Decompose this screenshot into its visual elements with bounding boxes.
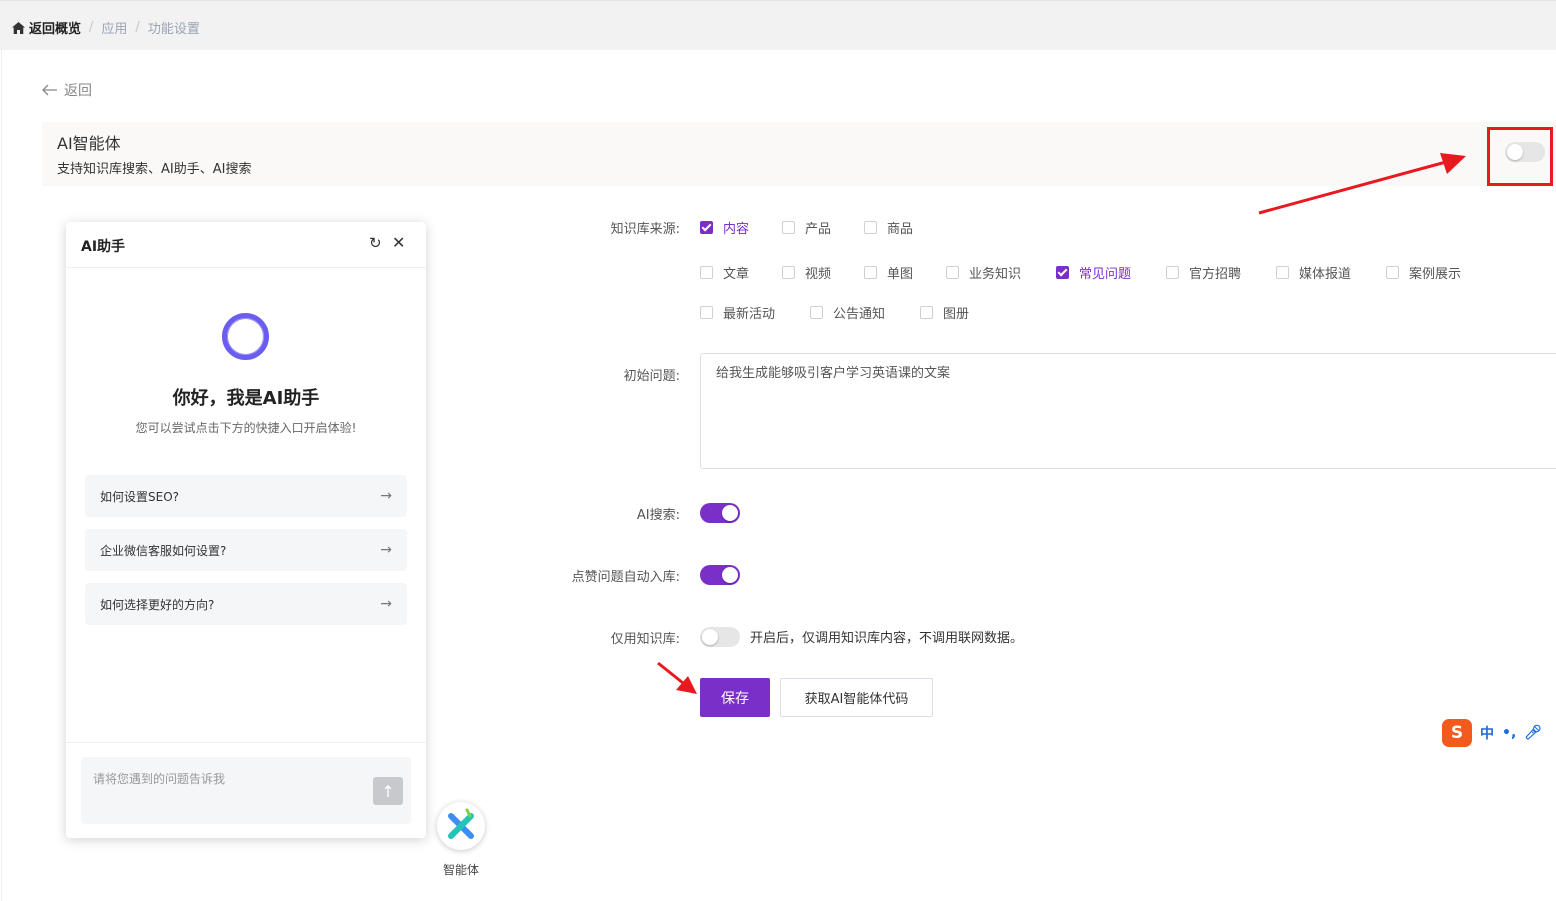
checkbox-label: 文章 <box>723 267 750 282</box>
knowledge-source-label: 知识库来源: <box>610 222 680 237</box>
ai-search-toggle[interactable] <box>700 503 740 523</box>
checkbox-box <box>700 221 713 234</box>
microphone-icon[interactable]: 🎤︎ <box>1524 725 1542 741</box>
checkbox-faq[interactable]: 常见问题 <box>1056 263 1131 282</box>
agent-fab-button[interactable] <box>437 802 485 850</box>
checkbox-video[interactable]: 视频 <box>782 263 831 282</box>
checkbox-label: 图册 <box>943 307 970 322</box>
checkbox-label: 单图 <box>887 267 914 282</box>
quick-question-label: 如何设置SEO? <box>100 489 180 504</box>
assistant-footer: 请将您遇到的问题告诉我 ↑ <box>66 742 426 838</box>
agent-fab-label: 智能体 <box>442 863 479 877</box>
checkbox-label: 业务知识 <box>969 267 1022 282</box>
checkbox-content[interactable]: 内容 <box>700 218 749 237</box>
ai-search-label: AI搜索: <box>636 508 680 523</box>
checkbox-business-knowledge[interactable]: 业务知识 <box>946 263 1021 282</box>
like-auto-store-toggle[interactable] <box>700 565 740 585</box>
send-button[interactable]: ↑ <box>373 777 403 805</box>
checkbox-box <box>920 306 933 319</box>
like-auto-store-label: 点赞问题自动入库: <box>571 570 680 585</box>
checkbox-box <box>1166 266 1179 279</box>
checkbox-label: 案例展示 <box>1409 267 1462 282</box>
checkbox-label: 最新活动 <box>723 307 776 322</box>
checkbox-box <box>782 221 795 234</box>
quick-question-item[interactable]: 企业微信客服如何设置? → <box>85 529 407 571</box>
checkbox-album[interactable]: 图册 <box>920 303 969 322</box>
checkbox-goods[interactable]: 商品 <box>864 218 913 237</box>
checkbox-label: 内容 <box>723 222 750 237</box>
quick-question-label: 企业微信客服如何设置? <box>100 543 227 558</box>
sogou-logo-icon: S <box>1442 719 1472 747</box>
checkbox-single-image[interactable]: 单图 <box>864 263 913 282</box>
assistant-greeting: 你好，我是AI助手 <box>172 388 320 409</box>
quick-question-item[interactable]: 如何设置SEO? → <box>85 475 407 517</box>
checkbox-label: 常见问题 <box>1079 267 1132 282</box>
agent-logo-icon <box>448 808 474 839</box>
checkbox-recruitment[interactable]: 官方招聘 <box>1166 263 1241 282</box>
assistant-header: AI助手 ↻ ✕ <box>66 222 426 268</box>
arrow-right-icon: → <box>380 488 392 504</box>
save-button[interactable]: 保存 <box>700 678 770 717</box>
checkbox-label: 产品 <box>805 222 832 237</box>
assistant-subtitle: 您可以尝试点击下方的快捷入口开启体验! <box>135 421 357 435</box>
checkbox-box <box>1056 266 1069 279</box>
quick-question-item[interactable]: 如何选择更好的方向? → <box>85 583 407 625</box>
assistant-logo-ring <box>222 313 269 360</box>
arrow-up-icon: ↑ <box>381 781 395 801</box>
checkbox-label: 视频 <box>805 267 832 282</box>
ai-assistant-panel: AI助手 ↻ ✕ 你好，我是AI助手 您可以尝试点击下方的快捷入口开启体验! 如… <box>66 222 426 838</box>
checkbox-box <box>946 266 959 279</box>
close-icon[interactable]: ✕ <box>392 233 405 252</box>
checkbox-box <box>1386 266 1399 279</box>
checkbox-box <box>782 266 795 279</box>
assistant-title: AI助手 <box>81 239 126 255</box>
toggle-knob <box>722 505 738 521</box>
ime-toolbar[interactable]: S 中 •, 🎤︎ <box>1442 718 1556 748</box>
checkbox-notices[interactable]: 公告通知 <box>810 303 885 322</box>
knowledge-only-label: 仅用知识库: <box>610 632 680 647</box>
initial-question-label: 初始问题: <box>623 369 680 384</box>
get-agent-code-button[interactable]: 获取AI智能体代码 <box>780 678 933 717</box>
checkbox-media[interactable]: 媒体报道 <box>1276 263 1351 282</box>
arrow-right-icon: → <box>380 542 392 558</box>
annotation-arrowhead-top <box>1440 153 1466 174</box>
checkbox-cases[interactable]: 案例展示 <box>1386 263 1461 282</box>
checkbox-events[interactable]: 最新活动 <box>700 303 775 322</box>
annotation-arrow-top <box>1258 160 1447 215</box>
assistant-input[interactable]: 请将您遇到的问题告诉我 ↑ <box>81 757 411 824</box>
ime-mode[interactable]: 中 <box>1480 723 1494 743</box>
assistant-input-placeholder: 请将您遇到的问题告诉我 <box>93 772 226 786</box>
checkbox-product[interactable]: 产品 <box>782 218 831 237</box>
initial-question-textarea[interactable]: 给我生成能够吸引客户学习英语课的文案 <box>700 353 1556 469</box>
refresh-icon[interactable]: ↻ <box>369 234 382 252</box>
checkbox-label: 媒体报道 <box>1299 267 1352 282</box>
checkbox-box <box>864 221 877 234</box>
checkbox-label: 商品 <box>887 222 914 237</box>
knowledge-only-toggle[interactable] <box>700 627 740 647</box>
checkbox-box <box>810 306 823 319</box>
toggle-knob <box>702 629 718 645</box>
arrow-right-icon: → <box>380 596 392 612</box>
checkbox-box <box>700 306 713 319</box>
checkbox-box <box>700 266 713 279</box>
annotation-arrow-save <box>657 661 684 685</box>
checkbox-box <box>1276 266 1289 279</box>
quick-question-label: 如何选择更好的方向? <box>100 597 215 612</box>
ime-punctuation[interactable]: •, <box>1502 725 1516 741</box>
checkbox-article[interactable]: 文章 <box>700 263 749 282</box>
toggle-knob <box>722 567 738 583</box>
checkbox-box <box>864 266 877 279</box>
knowledge-only-hint: 开启后，仅调用知识库内容，不调用联网数据。 <box>750 631 1024 646</box>
checkbox-label: 公告通知 <box>833 307 886 322</box>
checkbox-label: 官方招聘 <box>1189 267 1242 282</box>
